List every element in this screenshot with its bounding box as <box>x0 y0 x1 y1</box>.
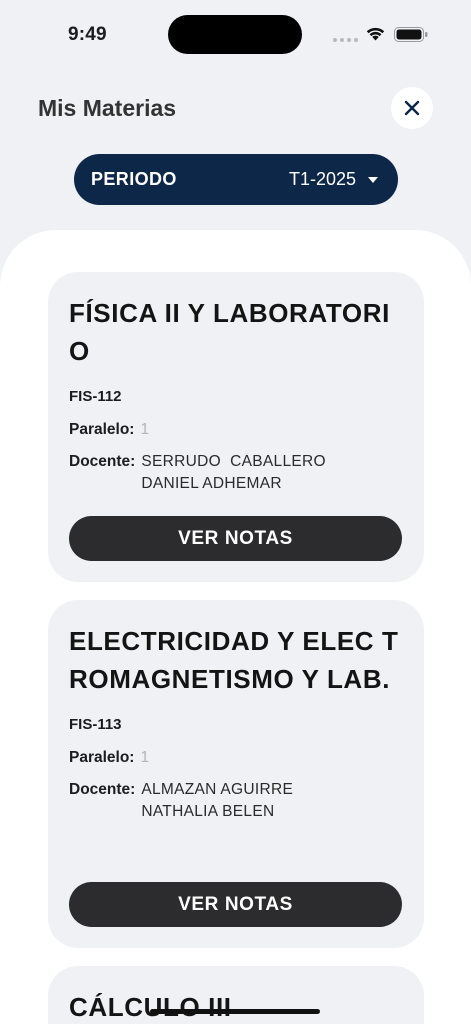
paralelo-label: Paralelo: <box>69 421 135 438</box>
course-card: ELECTRICIDAD Y ELEC TROMAGNETISMO Y LAB.… <box>48 600 424 948</box>
paralelo-row: Paralelo: 1 <box>69 747 403 769</box>
status-time: 9:49 <box>68 24 107 45</box>
period-select[interactable]: PERIODO T1-2025 <box>74 154 398 205</box>
status-bar: 9:49 <box>0 0 471 70</box>
ver-notas-button[interactable]: VER NOTAS <box>69 516 402 561</box>
docente-value: ALMAZAN AGUIRRE NATHALIA BELEN <box>141 779 293 823</box>
docente-row: Docente: SERRUDO CABALLERO DANIEL ADHEMA… <box>69 451 403 495</box>
paralelo-value: 1 <box>140 749 150 766</box>
period-label: PERIODO <box>91 169 177 189</box>
docente-value: SERRUDO CABALLERO DANIEL ADHEMAR <box>141 451 326 495</box>
chevron-down-icon <box>368 176 378 183</box>
docente-name-line2: DANIEL ADHEMAR <box>141 475 282 492</box>
docente-label: Docente: <box>69 453 136 470</box>
paralelo-label: Paralelo: <box>69 749 135 766</box>
wifi-icon <box>366 27 385 41</box>
docente-name-line1: SERRUDO CABALLERO <box>141 453 326 470</box>
battery-icon <box>394 27 428 42</box>
close-icon <box>404 100 420 116</box>
course-card: FÍSICA II Y LABORATORIO FIS-112 Paralelo… <box>48 272 424 582</box>
course-title: CÁLCULO III <box>69 992 232 1022</box>
course-code: FIS-112 <box>69 388 122 405</box>
course-title: ELECTRICIDAD Y ELEC TROMAGNETISMO Y LAB. <box>69 626 399 694</box>
course-code: FIS-113 <box>69 716 122 733</box>
docente-label: Docente: <box>69 781 136 798</box>
cellular-signal-icon <box>333 38 358 42</box>
docente-name-line1: ALMAZAN AGUIRRE <box>141 781 294 798</box>
course-title: FÍSICA II Y LABORATORIO <box>69 298 390 366</box>
docente-name-line2: NATHALIA BELEN <box>141 803 275 820</box>
home-indicator[interactable] <box>150 1009 320 1014</box>
paralelo-value: 1 <box>140 421 150 438</box>
dynamic-island <box>168 15 302 54</box>
ver-notas-button[interactable]: VER NOTAS <box>69 882 402 927</box>
close-button[interactable] <box>391 87 433 129</box>
page-title: Mis Materias <box>38 95 177 121</box>
docente-row: Docente: ALMAZAN AGUIRRE NATHALIA BELEN <box>69 779 403 823</box>
paralelo-row: Paralelo: 1 <box>69 419 403 441</box>
period-value: T1-2025 <box>288 169 356 189</box>
course-card: CÁLCULO III <box>48 966 424 1024</box>
